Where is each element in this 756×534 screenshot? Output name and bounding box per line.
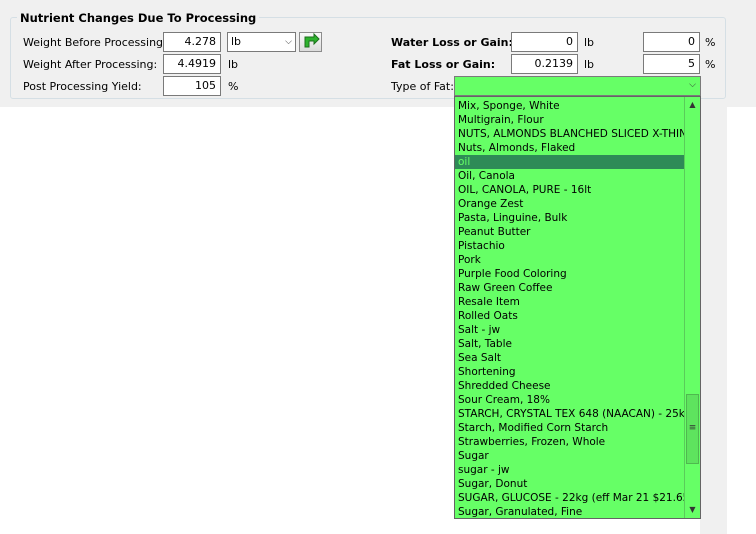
dropdown-item[interactable]: Strawberries, Frozen, Whole xyxy=(455,435,685,449)
dropdown-item[interactable]: Mix, Sponge, White xyxy=(455,99,685,113)
fat-unit: lb xyxy=(584,58,595,71)
panel-edge xyxy=(700,107,727,534)
weight-after-input[interactable]: 4.4919 xyxy=(163,54,221,74)
dropdown-item[interactable]: Rolled Oats xyxy=(455,309,685,323)
dropdown-item[interactable]: Pork xyxy=(455,253,685,267)
dropdown-item[interactable]: Starch, Modified Corn Starch xyxy=(455,421,685,435)
dropdown-item[interactable]: Raw Green Coffee xyxy=(455,281,685,295)
fat-label: Fat Loss or Gain: xyxy=(391,58,496,71)
dropdown-item[interactable]: NUTS, ALMONDS BLANCHED SLICED X-THIN - xyxy=(455,127,685,141)
water-input[interactable]: 0 xyxy=(511,32,578,52)
fat-input[interactable]: 0.2139 xyxy=(511,54,578,74)
weight-unit-value: lb xyxy=(231,35,242,48)
dropdown-item[interactable]: Salt, Table xyxy=(455,337,685,351)
dropdown-item[interactable]: Sugar, Granulated, Fine xyxy=(455,505,685,518)
dropdown-item[interactable]: Orange Zest xyxy=(455,197,685,211)
fat-percent-unit: % xyxy=(705,58,716,71)
dropdown-item[interactable]: Salt - jw xyxy=(455,323,685,337)
water-unit: lb xyxy=(584,36,595,49)
dropdown-item[interactable]: STARCH, CRYSTAL TEX 648 (NAACAN) - 25kg xyxy=(455,407,685,421)
green-arrow-icon xyxy=(304,32,320,48)
dropdown-item[interactable]: Resale Item xyxy=(455,295,685,309)
scroll-thumb[interactable]: ≡ xyxy=(686,394,699,464)
water-label: Water Loss or Gain: xyxy=(391,36,513,49)
water-percent-input[interactable]: 0 xyxy=(643,32,700,52)
dropdown-item[interactable]: Sea Salt xyxy=(455,351,685,365)
dropdown-item[interactable]: Sugar xyxy=(455,449,685,463)
dropdown-item[interactable]: Pistachio xyxy=(455,239,685,253)
dropdown-item[interactable]: Pasta, Linguine, Bulk xyxy=(455,211,685,225)
dropdown-items: Mix, Sponge, White Multigrain, Flour NUTS,… xyxy=(455,99,685,518)
dropdown-item[interactable]: Multigrain, Flour xyxy=(455,113,685,127)
dropdown-item[interactable]: Nuts, Almonds, Flaked xyxy=(455,141,685,155)
weight-after-unit: lb xyxy=(228,58,239,71)
apply-button[interactable] xyxy=(299,32,322,52)
weight-before-label: Weight Before Processing: xyxy=(23,36,167,49)
dropdown-item[interactable]: Oil, Canola xyxy=(455,169,685,183)
chevron-down-icon: ⌵ xyxy=(285,37,292,47)
chevron-up-icon[interactable]: ▲ xyxy=(685,97,700,113)
weight-before-input[interactable]: 4.278 xyxy=(163,32,221,52)
chevron-down-icon[interactable]: ▼ xyxy=(685,502,700,518)
dropdown-scrollbar[interactable]: ▲ ≡ ▼ xyxy=(684,97,700,518)
chevron-down-icon: ⌵ xyxy=(689,80,696,90)
yield-label: Post Processing Yield: xyxy=(23,80,142,93)
dropdown-item[interactable]: sugar - jw xyxy=(455,463,685,477)
yield-unit: % xyxy=(228,80,239,93)
dropdown-item[interactable]: Shortening xyxy=(455,365,685,379)
dropdown-item[interactable]: Peanut Butter xyxy=(455,225,685,239)
fat-type-label: Type of Fat: xyxy=(391,80,454,93)
dropdown-item[interactable]: Sour Cream, 18% xyxy=(455,393,685,407)
fat-percent-input[interactable]: 5 xyxy=(643,54,700,74)
fat-type-dropdown-list[interactable]: Mix, Sponge, White Multigrain, Flour NUTS,… xyxy=(454,96,701,519)
dropdown-item[interactable]: oil xyxy=(455,155,685,169)
dropdown-item[interactable]: SUGAR, GLUCOSE - 22kg (eff Mar 21 $21.65… xyxy=(455,491,685,505)
weight-unit-select[interactable]: lb ⌵ xyxy=(227,32,296,52)
dropdown-item[interactable]: Sugar, Donut xyxy=(455,477,685,491)
water-percent-unit: % xyxy=(705,36,716,49)
weight-after-label: Weight After Processing: xyxy=(23,58,158,71)
yield-input[interactable]: 105 xyxy=(163,76,221,96)
scroll-grip-icon: ≡ xyxy=(688,423,697,433)
dropdown-item[interactable]: OIL, CANOLA, PURE - 16lt xyxy=(455,183,685,197)
dropdown-item[interactable]: Shredded Cheese xyxy=(455,379,685,393)
group-title: Nutrient Changes Due To Processing xyxy=(17,11,260,25)
fat-type-select[interactable]: ⌵ xyxy=(454,76,701,96)
dropdown-item[interactable]: Purple Food Coloring xyxy=(455,267,685,281)
